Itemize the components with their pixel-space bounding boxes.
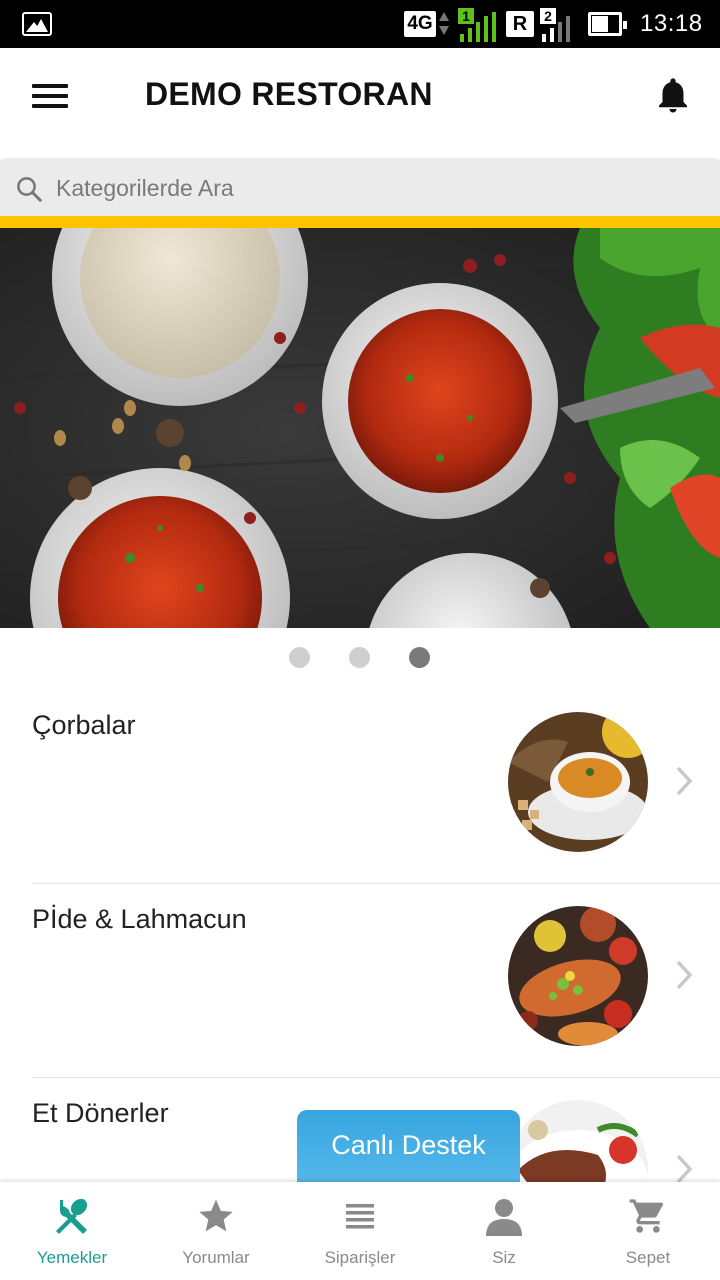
banner-slider[interactable] xyxy=(0,228,720,628)
tab-siparisler[interactable]: Siparişler xyxy=(288,1182,432,1280)
cart-icon xyxy=(629,1199,664,1233)
category-name: Et Dönerler xyxy=(32,1098,169,1128)
pide-lahmacun-photo xyxy=(508,906,648,1046)
page-title: DEMO RESTORAN xyxy=(145,76,433,112)
tab-siz[interactable]: Siz xyxy=(432,1182,576,1280)
category-name: Çorbalar xyxy=(32,710,136,740)
list-icon xyxy=(346,1204,374,1229)
tab-yemekler[interactable]: Yemekler xyxy=(0,1182,144,1280)
search-icon xyxy=(17,177,42,202)
status-bar: 4G 1 R 2 13:18 xyxy=(0,0,720,48)
sim2-label: 2 xyxy=(540,8,556,24)
hamburger-menu-icon[interactable] xyxy=(32,84,68,108)
person-icon xyxy=(486,1199,522,1236)
sim1-label: 1 xyxy=(458,8,474,24)
roaming-badge: R xyxy=(506,11,534,37)
tab-label: Siz xyxy=(492,1248,516,1267)
star-icon xyxy=(199,1199,233,1232)
accent-divider xyxy=(0,216,720,228)
chevron-right-icon xyxy=(676,1154,693,1184)
soup-bowl-photo xyxy=(508,712,648,852)
sim2-signal-icon: 2 xyxy=(540,8,576,42)
bottom-navigation: Yemekler Yorumlar Siparişler Siz Sepet xyxy=(0,1182,720,1280)
data-activity-icon xyxy=(438,10,450,38)
sim1-signal-icon: 1 xyxy=(458,8,498,42)
banner-image xyxy=(0,228,720,628)
gallery-notification-icon xyxy=(22,12,52,36)
slider-dot-1[interactable] xyxy=(289,647,310,668)
category-item-corbalar[interactable]: Çorbalar xyxy=(0,690,720,884)
search-input[interactable] xyxy=(56,170,696,206)
app-bar: DEMO RESTORAN xyxy=(0,48,720,160)
bell-icon[interactable] xyxy=(652,74,694,116)
chevron-right-icon xyxy=(676,766,693,796)
battery-icon xyxy=(588,12,627,36)
tab-sepet[interactable]: Sepet xyxy=(576,1182,720,1280)
tab-label: Yorumlar xyxy=(182,1248,250,1267)
tab-yorumlar[interactable]: Yorumlar xyxy=(144,1182,288,1280)
clock: 13:18 xyxy=(640,10,703,37)
slider-dots xyxy=(0,647,720,669)
search-bar xyxy=(0,160,720,216)
tab-label: Yemekler xyxy=(36,1248,108,1267)
category-name: Pİde & Lahmacun xyxy=(32,904,247,934)
category-item-pide-lahmacun[interactable]: Pİde & Lahmacun xyxy=(0,884,720,1078)
tab-label: Siparişler xyxy=(324,1248,396,1267)
slider-dot-3[interactable] xyxy=(409,647,430,668)
chevron-right-icon xyxy=(676,960,693,990)
fork-spoon-icon xyxy=(56,1198,88,1234)
tab-label: Sepet xyxy=(625,1248,671,1267)
live-support-button[interactable]: Canlı Destek xyxy=(297,1110,520,1182)
network-type-badge: 4G xyxy=(404,11,436,37)
slider-dot-2[interactable] xyxy=(349,647,370,668)
